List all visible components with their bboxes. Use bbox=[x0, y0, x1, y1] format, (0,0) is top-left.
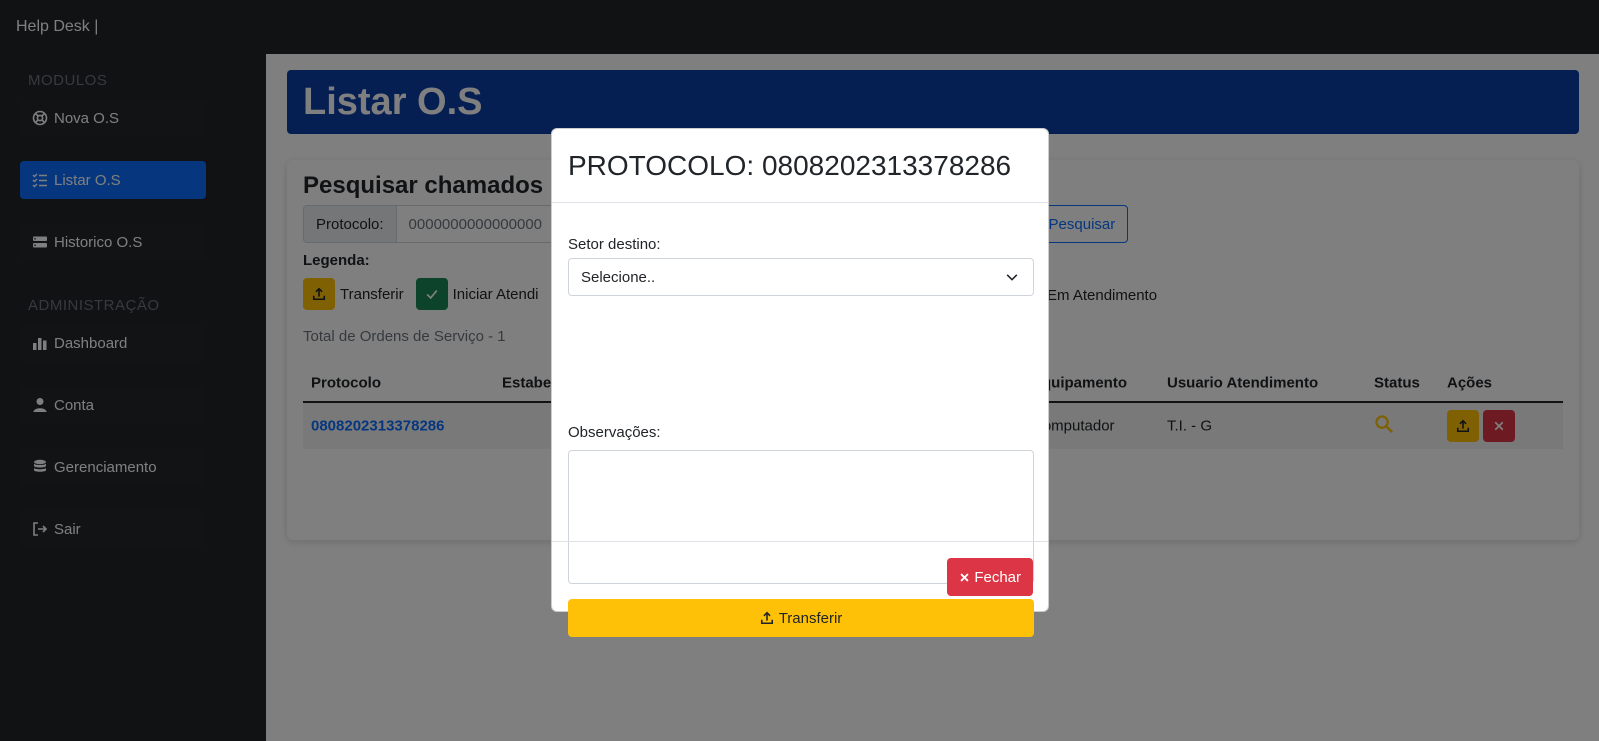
observacoes-label: Observações: bbox=[568, 424, 661, 441]
modal-title: PROTOCOLO: 0808202313378286 bbox=[568, 149, 1012, 181]
modal-footer: Fechar bbox=[552, 541, 1048, 611]
chevron-down-icon bbox=[1005, 270, 1019, 288]
close-icon bbox=[959, 572, 970, 583]
setor-label: Setor destino: bbox=[568, 236, 661, 253]
transfer-modal: PROTOCOLO: 0808202313378286 Setor destin… bbox=[551, 128, 1049, 637]
transfer-button-label: Transferir bbox=[778, 609, 843, 627]
close-button-label: Fechar bbox=[974, 568, 1021, 586]
close-button[interactable]: Fechar bbox=[947, 558, 1033, 596]
setor-select[interactable]: Selecione.. bbox=[568, 258, 1034, 296]
setor-select-value: Selecione.. bbox=[581, 268, 656, 286]
modal-header: PROTOCOLO: 0808202313378286 bbox=[552, 129, 1048, 203]
upload-icon bbox=[760, 611, 774, 625]
